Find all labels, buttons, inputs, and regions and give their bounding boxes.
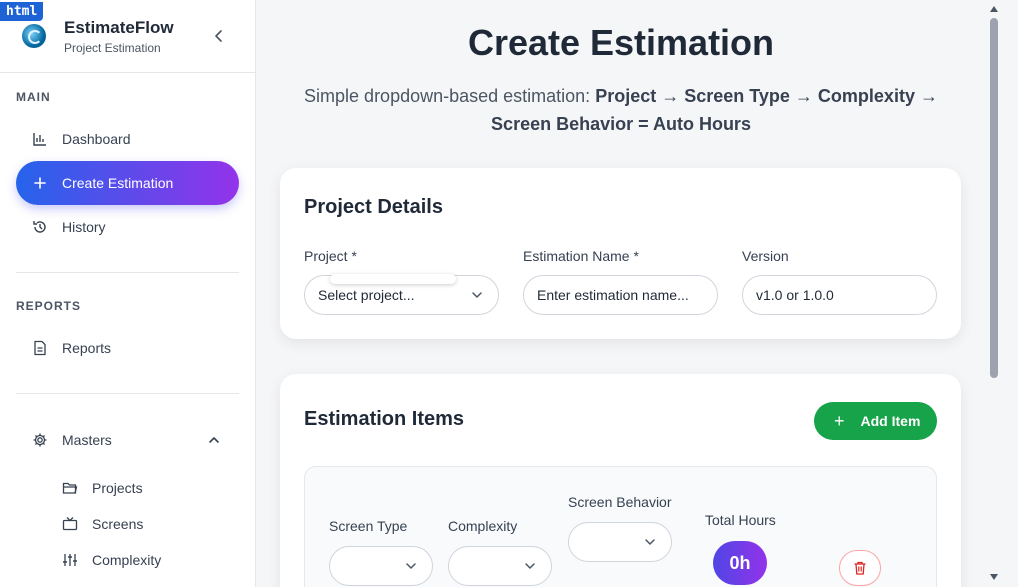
sidebar-subitem-label: Screens (92, 516, 144, 532)
estimation-name-input[interactable]: Enter estimation name... (523, 275, 718, 315)
brand-logo (22, 24, 46, 48)
screen-type-select[interactable] (329, 546, 433, 586)
sliders-icon (62, 552, 78, 568)
estimation-items-title: Estimation Items (304, 408, 465, 430)
sidebar-subitem-label: Projects (92, 480, 143, 496)
scroll-up-arrow[interactable] (990, 6, 998, 12)
sidebar-subitem-screens[interactable]: Screens (62, 516, 143, 532)
total-hours-label: Total Hours (705, 512, 776, 528)
history-icon (32, 219, 48, 235)
estimation-name-placeholder: Enter estimation name... (537, 287, 689, 303)
sidebar-subitem-complexity[interactable]: Complexity (62, 552, 161, 568)
trash-icon (854, 561, 866, 575)
chevron-down-icon (645, 539, 655, 545)
vertical-scrollbar[interactable] (986, 0, 1002, 587)
page-subtitle: Simple dropdown-based estimation: Projec… (296, 82, 946, 138)
version-label: Version (742, 248, 789, 264)
page-title: Create Estimation (467, 22, 775, 63)
section-label-reports: REPORTS (16, 299, 82, 313)
sidebar-subitem-projects[interactable]: Projects (62, 480, 143, 496)
sidebar-item-label: History (62, 219, 106, 235)
chevron-up-icon (207, 433, 221, 450)
subtitle-intro: Simple dropdown-based estimation: (304, 86, 596, 106)
sidebar-item-label: Reports (62, 340, 112, 356)
screen-behavior-select[interactable] (568, 522, 672, 562)
chevron-down-icon (525, 563, 535, 569)
sidebar-divider (16, 393, 239, 394)
screen-behavior-label: Screen Behavior (568, 494, 672, 510)
sidebar-item-label: Masters (62, 432, 112, 448)
complexity-select[interactable] (448, 546, 552, 586)
sidebar-subitem-label: Complexity (92, 552, 162, 568)
gear-icon (32, 432, 48, 448)
sidebar: html EstimateFlow Project Estimation MAI… (0, 0, 256, 587)
brand-header: html EstimateFlow Project Estimation (0, 0, 255, 73)
version-input[interactable]: v1.0 or 1.0.0 (742, 275, 937, 315)
bar-chart-icon (32, 131, 48, 147)
total-hours-value: 0h (713, 541, 767, 585)
sidebar-item-label: Create Estimation (62, 175, 174, 191)
sidebar-item-label: Dashboard (62, 131, 131, 147)
plus-icon: + (834, 410, 845, 431)
project-label: Project * (304, 248, 357, 264)
document-icon (32, 340, 48, 356)
project-details-title: Project Details (304, 196, 443, 218)
sidebar-item-history[interactable]: History (16, 205, 239, 249)
sidebar-divider (16, 272, 239, 273)
main-content: Create Estimation Simple dropdown-based … (256, 0, 986, 587)
sidebar-item-reports[interactable]: Reports (16, 326, 239, 370)
plus-icon (32, 175, 48, 191)
sidebar-item-create-estimation[interactable]: Create Estimation (16, 161, 239, 205)
chevron-down-icon (472, 292, 482, 298)
complexity-label: Complexity (448, 518, 518, 534)
html-badge: html (0, 2, 44, 21)
chevron-down-icon (406, 563, 416, 569)
screen-type-label: Screen Type (329, 518, 408, 534)
add-item-label: Add Item (860, 413, 921, 429)
estimation-name-label: Estimation Name * (523, 248, 639, 264)
brand-title: EstimateFlow (64, 18, 174, 37)
project-select-value: Select project... (318, 287, 415, 303)
folder-icon (62, 480, 78, 496)
sidebar-item-masters[interactable]: Masters (16, 418, 239, 462)
scroll-thumb[interactable] (990, 18, 998, 378)
dropdown-popover (330, 274, 456, 284)
brand-subtitle: Project Estimation (64, 41, 161, 55)
delete-item-button[interactable] (839, 550, 881, 586)
section-label-main: MAIN (16, 90, 51, 104)
scroll-down-arrow[interactable] (990, 574, 998, 580)
project-details-card: Project Details Project * Select project… (280, 168, 961, 339)
version-placeholder: v1.0 or 1.0.0 (756, 287, 834, 303)
collapse-sidebar-button[interactable] (210, 27, 228, 45)
sidebar-item-dashboard[interactable]: Dashboard (16, 117, 239, 161)
add-item-button[interactable]: + Add Item (814, 402, 937, 440)
chevron-left-icon (215, 30, 222, 42)
tv-icon (62, 516, 78, 532)
